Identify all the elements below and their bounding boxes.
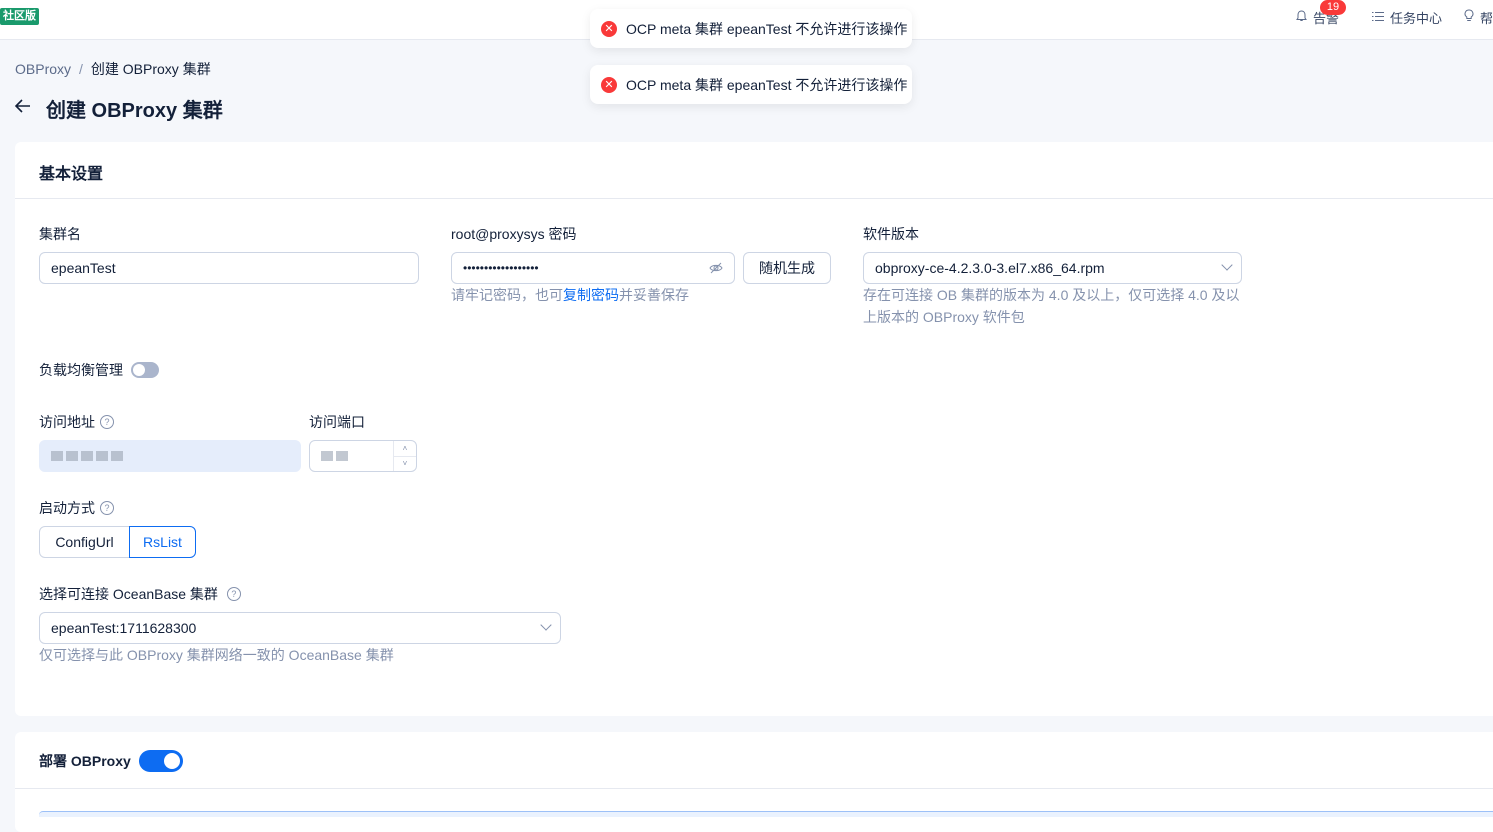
chevron-down-icon <box>540 619 552 631</box>
toast-message: OCP meta 集群 epeanTest 不允许进行该操作 <box>626 20 908 37</box>
breadcrumb: OBProxy / 创建 OBProxy 集群 <box>15 59 211 79</box>
load-balance-field: 负载均衡管理 <box>39 360 159 380</box>
version-value: obproxy-ce-4.2.3.0-3.el7.x86_64.rpm <box>875 260 1105 276</box>
load-balance-label: 负载均衡管理 <box>39 362 123 378</box>
redacted-mark <box>321 451 333 461</box>
ob-cluster-label: 选择可连接 OceanBase 集群 <box>39 586 218 602</box>
startup-label: 启动方式 <box>39 500 95 516</box>
task-center-label: 任务中心 <box>1390 10 1443 26</box>
startup-field-label: 启动方式 ? <box>39 498 114 518</box>
address-field-label: 访问地址 ? <box>39 412 114 432</box>
redacted-mark <box>81 451 93 461</box>
alerts-button[interactable]: 告警 19 <box>1296 0 1346 26</box>
help-button[interactable]: 帮 <box>1464 8 1493 26</box>
deploy-title: 部署 OBProxy <box>39 753 131 769</box>
password-help: 请牢记密码，也可复制密码并妥善保存 <box>451 284 689 306</box>
port-stepper[interactable]: ˄ ˅ <box>393 441 416 471</box>
close-circle-icon: ✕ <box>601 20 617 37</box>
version-help-line-1: 存在可连接 OB 集群的版本为 4.0 及以上，仅可选择 4.0 及以 <box>863 287 1240 303</box>
breadcrumb-root-link[interactable]: OBProxy <box>15 61 71 77</box>
chevron-down-icon <box>1221 259 1233 271</box>
eye-off-icon[interactable] <box>709 261 723 278</box>
ob-cluster-value: epeanTest:1711628300 <box>51 620 197 636</box>
redacted-mark <box>111 451 123 461</box>
port-input[interactable]: ˄ ˅ <box>309 440 417 472</box>
toast-message: OCP meta 集群 epeanTest 不允许进行该操作 <box>626 76 908 93</box>
redacted-mark <box>336 451 348 461</box>
close-circle-icon: ✕ <box>601 76 617 93</box>
redacted-mark <box>51 451 63 461</box>
redacted-mark <box>96 451 108 461</box>
version-help: 存在可连接 OB 集群的版本为 4.0 及以上，仅可选择 4.0 及以 上版本的… <box>863 284 1240 328</box>
breadcrumb-separator: / <box>79 61 83 77</box>
edition-badge: 社区版 <box>0 8 39 25</box>
deploy-header: 部署 OBProxy <box>39 750 183 772</box>
alerts-count-badge: 19 <box>1320 0 1346 15</box>
task-center-button[interactable]: 任务中心 <box>1372 8 1442 26</box>
random-generate-button[interactable]: 随机生成 <box>743 252 831 284</box>
port-label: 访问端口 <box>309 414 365 430</box>
bulb-icon <box>1464 9 1474 25</box>
cluster-name-input[interactable]: epeanTest <box>39 252 419 284</box>
question-icon[interactable]: ? <box>226 587 241 601</box>
breadcrumb-current: 创建 OBProxy 集群 <box>90 61 211 77</box>
password-value: •••••••••••••••••• <box>463 261 539 275</box>
deploy-content-edge <box>39 811 1493 817</box>
address-label: 访问地址 <box>39 414 95 430</box>
deploy-card <box>15 732 1493 832</box>
cluster-name-label: 集群名 <box>39 226 81 242</box>
version-select[interactable]: obproxy-ce-4.2.3.0-3.el7.x86_64.rpm <box>863 252 1242 284</box>
help-label: 帮 <box>1480 10 1493 26</box>
password-help-suffix: 并妥善保存 <box>619 287 689 303</box>
card-header <box>15 732 1493 789</box>
list-icon <box>1372 10 1384 25</box>
card-title: 基本设置 <box>39 166 104 183</box>
password-label: root@proxysys 密码 <box>451 226 577 242</box>
password-input[interactable]: •••••••••••••••••• <box>451 252 735 284</box>
card-header <box>15 142 1493 199</box>
password-help-prefix: 请牢记密码，也可 <box>451 287 563 303</box>
ob-cluster-field-label: 选择可连接 OceanBase 集群 ? <box>39 584 241 604</box>
deploy-switch[interactable] <box>138 750 183 772</box>
startup-option-configurl[interactable]: ConfigUrl <box>39 526 130 558</box>
startup-option-rslist[interactable]: RsList <box>129 526 196 558</box>
version-help-line-2: 上版本的 OBProxy 软件包 <box>863 309 1025 325</box>
question-icon[interactable]: ? <box>100 415 114 429</box>
bell-icon <box>1296 9 1307 25</box>
load-balance-switch[interactable] <box>131 362 159 378</box>
redacted-mark <box>66 451 78 461</box>
copy-password-link[interactable]: 复制密码 <box>563 287 619 303</box>
version-label: 软件版本 <box>863 226 919 242</box>
error-toast: ✕ OCP meta 集群 epeanTest 不允许进行该操作 <box>590 9 912 48</box>
ob-cluster-help: 仅可选择与此 OBProxy 集群网络一致的 OceanBase 集群 <box>39 647 394 663</box>
question-icon[interactable]: ? <box>100 501 114 515</box>
chevron-down-icon[interactable]: ˅ <box>394 456 416 471</box>
ob-cluster-select[interactable]: epeanTest:1711628300 <box>39 612 561 644</box>
error-toast: ✕ OCP meta 集群 epeanTest 不允许进行该操作 <box>590 65 912 104</box>
page-title: 创建 OBProxy 集群 <box>46 100 223 122</box>
arrow-left-icon[interactable] <box>14 94 32 121</box>
address-input[interactable] <box>39 440 301 472</box>
chevron-up-icon[interactable]: ˄ <box>394 441 416 457</box>
